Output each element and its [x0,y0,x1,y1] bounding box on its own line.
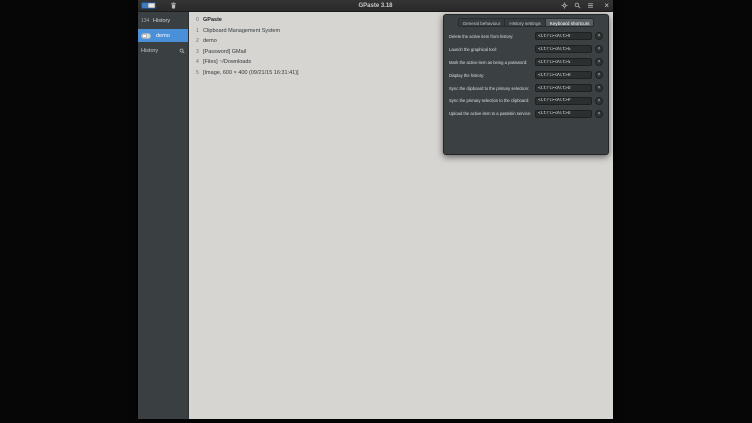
clear-shortcut-button[interactable]: × [595,97,603,105]
shortcut-row: Launch the graphical tool: × [448,43,604,56]
history-name: demo [156,33,170,39]
history-search-label: History [141,48,179,54]
clear-shortcut-button[interactable]: × [595,84,603,92]
tab-general-behaviour[interactable]: General behaviour [458,18,506,27]
shortcut-input[interactable] [535,71,592,79]
history-row-default[interactable]: 134 History [138,15,188,27]
shortcut-input[interactable] [535,110,592,118]
search-button[interactable] [573,2,581,10]
empty-history-button[interactable] [169,2,177,10]
clear-shortcut-button[interactable]: × [595,58,603,66]
item-text: [Password] GMail [203,49,246,55]
item-text: demo [203,38,217,44]
history-search-row[interactable]: History [138,45,188,57]
shortcut-row: Sync the primary selection to the clipbo… [448,94,604,107]
settings-popover: General behaviour History settings Keybo… [443,14,609,155]
search-icon [179,48,185,54]
item-text: Clipboard Management System [203,28,280,34]
gpaste-on-off-switch[interactable] [141,2,156,9]
item-text: [Image, 600 × 400 (09/21/15 16:31:41)] [203,70,299,76]
shortcut-label: Sync the clipboard to the primary select… [449,86,535,91]
settings-button[interactable] [560,2,568,10]
close-window-button[interactable]: × [604,2,609,10]
history-switch[interactable] [141,33,151,39]
shortcut-row: Sync the clipboard to the primary select… [448,82,604,95]
headerbar: GPaste 3.18 [138,0,613,12]
search-icon [574,2,581,9]
mini-switch-knob [142,34,147,38]
shortcut-row: Upload the active item to a pastebin ser… [448,107,604,120]
clear-shortcut-button[interactable]: × [595,71,603,79]
gpaste-window: GPaste 3.18 [138,0,613,419]
shortcut-row: Display the history: × [448,69,604,82]
clear-shortcut-button[interactable]: × [595,45,603,53]
shortcut-input[interactable] [535,84,592,92]
shortcut-row: Delete the active item from history: × [448,30,604,43]
shortcut-input[interactable] [535,58,592,66]
shortcut-input[interactable] [535,45,592,53]
item-text: GPaste [203,17,222,23]
item-text: [Files] ~/Downloads [203,59,251,65]
gear-icon [561,2,568,9]
shortcut-label: Launch the graphical tool: [449,47,535,52]
history-row-demo[interactable]: demo [138,29,188,42]
shortcut-input[interactable] [535,32,592,40]
item-index: 2 [196,38,203,44]
menu-button[interactable] [586,2,594,10]
item-index: 3 [196,49,203,55]
headerbar-left [141,2,177,10]
desktop: GPaste 3.18 [0,0,752,423]
item-index: 1 [196,28,203,34]
item-index: 0 [196,17,203,23]
tab-history-settings[interactable]: History settings [505,18,545,27]
clear-shortcut-button[interactable]: × [595,110,603,118]
shortcut-label: Delete the active item from history: [449,34,535,39]
clear-shortcut-button[interactable]: × [595,32,603,40]
history-item-count: 134 [141,18,153,24]
histories-sidebar: 134 History demo History [138,12,189,419]
window-title: GPaste 3.18 [138,3,613,9]
headerbar-right: × [560,2,609,10]
tab-keyboard-shortcuts[interactable]: Keyboard shortcuts [546,18,595,27]
trash-icon [170,2,177,9]
item-index: 5 [196,70,203,76]
shortcut-label: Sync the primary selection to the clipbo… [449,98,535,103]
shortcut-label: Upload the active item to a pastebin ser… [449,111,535,116]
switch-knob [148,3,155,8]
history-name: History [153,18,170,24]
hamburger-menu-icon [587,2,594,9]
shortcut-label: Mark the active item as being a password… [449,60,535,65]
shortcut-label: Display the history: [449,73,535,78]
shortcut-input[interactable] [535,97,592,105]
shortcut-row: Mark the active item as being a password… [448,56,604,69]
settings-tabs: General behaviour History settings Keybo… [448,18,604,27]
item-index: 4 [196,59,203,65]
